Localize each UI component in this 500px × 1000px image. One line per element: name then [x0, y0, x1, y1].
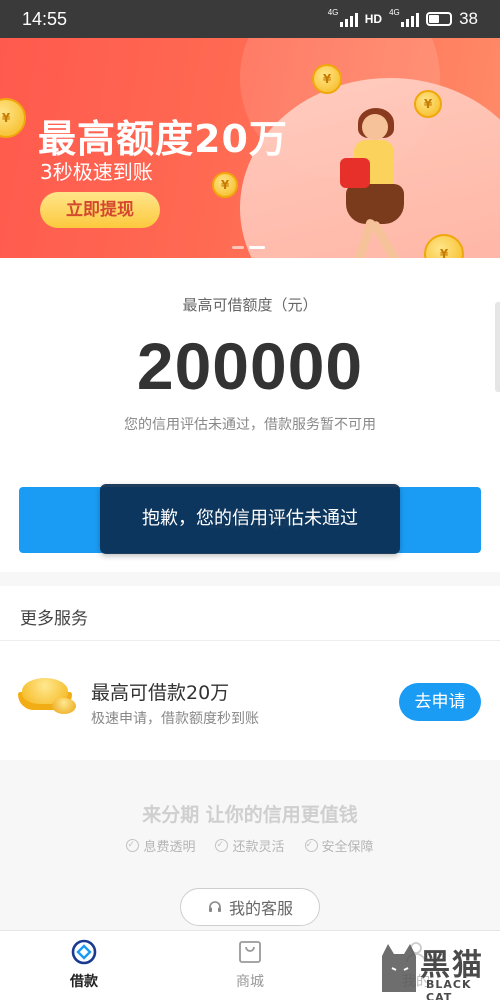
- banner-subtitle: 3秒极速到账: [40, 160, 153, 184]
- customer-service-label: 我的客服: [228, 899, 293, 918]
- coin-icon: ¥: [312, 64, 342, 94]
- signal-icon: 4G: [327, 8, 358, 27]
- carousel-indicator: [232, 246, 265, 249]
- credit-notice: 您的信用评估未通过，借款服务暂不可用: [124, 417, 376, 433]
- tab-loan[interactable]: 借款: [44, 939, 124, 991]
- service-title: 最高可借款20万: [91, 682, 230, 704]
- carousel-dot-active: [249, 246, 265, 249]
- network-label-2: 4G: [389, 8, 400, 17]
- coin-icon: ¥: [0, 98, 26, 138]
- tab-mall[interactable]: 商城: [210, 939, 290, 991]
- check-circle-icon: ✓: [304, 839, 318, 852]
- loan-diamond-icon: [71, 939, 97, 965]
- quota-label: 最高可借额度（元）: [182, 296, 318, 314]
- black-cat-watermark: 黑猫 BLACK CAT: [376, 938, 500, 1000]
- cat-logo-icon: [382, 944, 416, 992]
- check-circle-icon: ✓: [126, 839, 140, 852]
- badge: ✓ 安全保障: [304, 839, 374, 855]
- signal-icon-2: 4G: [389, 8, 420, 27]
- watermark-subtext: BLACK CAT: [426, 978, 472, 1000]
- banner-title: 最高额度20万: [38, 117, 288, 161]
- customer-service-button[interactable]: 我的客服: [180, 888, 320, 926]
- status-time: 14:55: [22, 9, 68, 29]
- service-description: 极速申请，借款额度秒到账: [91, 711, 259, 727]
- quota-amount: 200000: [136, 329, 364, 403]
- hd-voice-icon: HD: [364, 12, 383, 26]
- feature-badges: ✓ 息费透明 ✓ 还款灵活 ✓ 安全保障: [0, 836, 500, 855]
- headset-icon: [208, 901, 221, 912]
- apply-button[interactable]: 去申请: [399, 683, 481, 721]
- network-label: 4G: [327, 8, 339, 17]
- badge: ✓ 息费透明: [126, 839, 196, 855]
- status-icons: 4G HD 4G 38: [327, 8, 478, 29]
- coin-icon: ¥: [212, 172, 238, 198]
- slogan: 来分期 让你的信用更值钱: [142, 804, 358, 826]
- status-bar: 14:55 4G HD 4G 38: [0, 0, 500, 38]
- check-circle-icon: ✓: [215, 839, 229, 852]
- scrollbar[interactable]: [495, 302, 500, 392]
- badge: ✓ 还款灵活: [215, 839, 285, 855]
- promo-banner[interactable]: ¥ ¥ ¥ ¥ ¥ 最高额度20万 3秒极速到账 立即提现: [0, 38, 500, 258]
- footer-info: 来分期 让你的信用更值钱 ✓ 息费透明 ✓ 还款灵活 ✓ 安全保障 我的客服: [0, 760, 500, 930]
- more-services-section: 更多服务 最高可借款20万 极速申请，借款额度秒到账 去申请: [0, 586, 500, 760]
- battery-level: 38: [459, 9, 478, 28]
- error-toast: 抱歉，您的信用评估未通过: [100, 484, 400, 554]
- battery-icon: [426, 12, 453, 26]
- coin-icon: ¥: [414, 90, 442, 118]
- gold-ingot-icon: [18, 672, 80, 718]
- withdraw-now-button[interactable]: 立即提现: [40, 192, 160, 228]
- carousel-dot: [232, 246, 244, 249]
- divider: [0, 640, 500, 641]
- shopping-bag-icon: [239, 941, 261, 963]
- woman-illustration: [340, 108, 410, 258]
- section-heading: 更多服务: [20, 609, 88, 629]
